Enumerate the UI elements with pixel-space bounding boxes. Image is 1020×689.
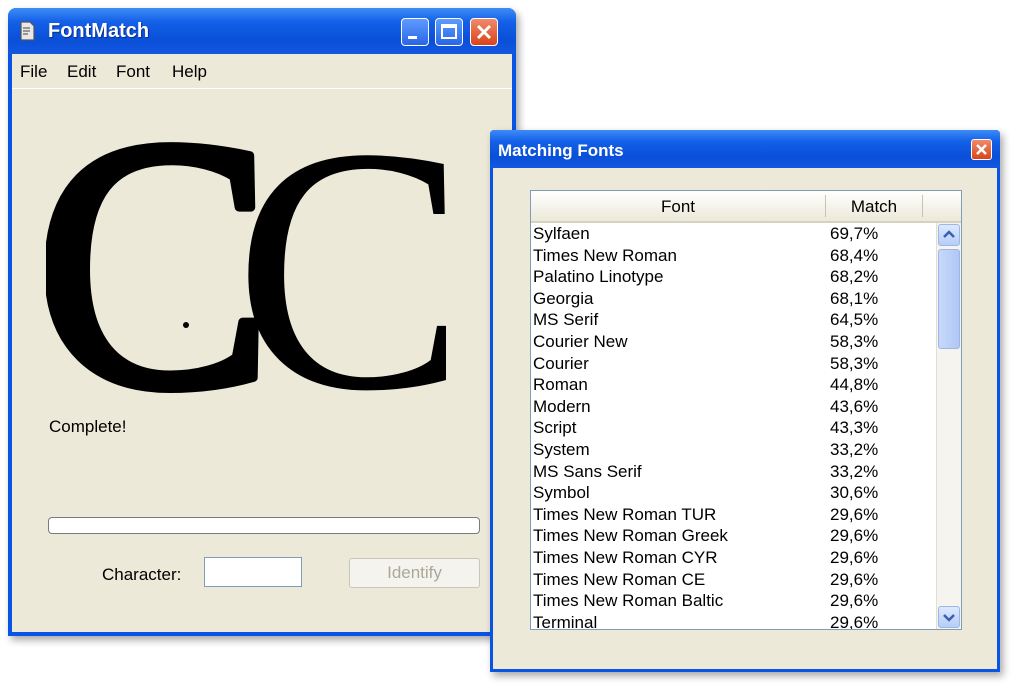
menu-bar: File Edit Font Help bbox=[12, 54, 512, 89]
list-item[interactable]: Symbol 30,6% bbox=[533, 482, 931, 504]
font-name: Terminal bbox=[533, 612, 598, 630]
menu-edit[interactable]: Edit bbox=[67, 62, 96, 82]
font-name: Times New Roman Greek bbox=[533, 526, 728, 546]
match-value: 29,6% bbox=[830, 547, 879, 567]
list-item[interactable]: MS Sans Serif 33,2% bbox=[533, 461, 931, 483]
status-text: Complete! bbox=[49, 417, 127, 436]
list-item[interactable]: Georgia 68,1% bbox=[533, 288, 931, 310]
font-name: Sylfaen bbox=[533, 224, 590, 243]
matching-fonts-list[interactable]: Font Match Sylfaen 69,7% Times New Roman 68… bbox=[530, 190, 962, 630]
font-name: Times New Roman TUR bbox=[533, 504, 717, 524]
list-item[interactable]: System 33,2% bbox=[533, 439, 931, 461]
matching-fonts-dialog: Matching Fonts Font Match Sylfaen 69,7% Ti… bbox=[490, 130, 1000, 672]
column-header-match[interactable]: Match bbox=[826, 197, 922, 217]
close-button[interactable] bbox=[470, 18, 498, 46]
font-name: Symbol bbox=[533, 483, 590, 503]
match-value: 29,6% bbox=[830, 591, 879, 611]
minimize-icon bbox=[408, 36, 417, 39]
scroll-down-icon bbox=[943, 614, 955, 622]
identify-button[interactable]: Identify bbox=[349, 558, 480, 588]
font-name: Palatino Linotype bbox=[533, 267, 664, 287]
dialog-title-bar[interactable]: Matching Fonts bbox=[490, 130, 1000, 168]
match-value: 30,6% bbox=[830, 483, 879, 503]
dialog-close-button[interactable] bbox=[971, 139, 992, 160]
font-name: Courier New bbox=[533, 331, 628, 351]
match-value: 29,6% bbox=[830, 504, 879, 524]
list-item[interactable]: Terminal 29,6% bbox=[533, 612, 931, 630]
list-item[interactable]: Times New Roman CYR 29,6% bbox=[533, 547, 931, 569]
match-value: 43,3% bbox=[830, 418, 879, 438]
match-value: 68,4% bbox=[830, 245, 879, 265]
glyph-comparison: C C bbox=[46, 110, 446, 410]
list-item[interactable]: Sylfaen 69,7% bbox=[533, 223, 931, 245]
scroll-thumb[interactable] bbox=[938, 249, 960, 349]
font-name: Times New Roman CE bbox=[533, 569, 706, 589]
main-client-area: File Edit Font Help C C Complete! Charac… bbox=[12, 54, 512, 632]
dialog-title: Matching Fonts bbox=[498, 141, 624, 160]
menu-help[interactable]: Help bbox=[172, 62, 207, 82]
font-name: Times New Roman Baltic bbox=[533, 591, 724, 611]
column-header-font[interactable]: Font bbox=[531, 197, 825, 217]
font-name: Times New Roman bbox=[533, 245, 677, 265]
match-value: 33,2% bbox=[830, 439, 879, 459]
font-name: MS Serif bbox=[533, 310, 599, 330]
font-name: Script bbox=[533, 418, 577, 438]
font-name: Times New Roman CYR bbox=[533, 547, 718, 567]
app-icon bbox=[18, 20, 36, 42]
match-value: 29,6% bbox=[830, 526, 879, 546]
match-value: 33,2% bbox=[830, 461, 879, 481]
match-value: 64,5% bbox=[830, 310, 879, 330]
font-name: Georgia bbox=[533, 288, 594, 308]
fontmatch-window: FontMatch File Edit Font Help C C Comple… bbox=[8, 8, 516, 636]
match-value: 29,6% bbox=[830, 612, 879, 630]
maximize-icon bbox=[441, 24, 457, 39]
character-label: Character: bbox=[102, 565, 182, 584]
menu-file[interactable]: File bbox=[20, 62, 47, 82]
vertical-scrollbar[interactable] bbox=[936, 223, 961, 629]
font-name: Roman bbox=[533, 375, 588, 395]
list-item[interactable]: Courier 58,3% bbox=[533, 353, 931, 375]
match-value: 68,2% bbox=[830, 267, 879, 287]
list-item[interactable]: MS Serif 64,5% bbox=[533, 309, 931, 331]
character-input[interactable] bbox=[204, 557, 302, 587]
match-value: 68,1% bbox=[830, 288, 879, 308]
close-icon bbox=[476, 24, 492, 40]
list-item[interactable]: Times New Roman TUR 29,6% bbox=[533, 504, 931, 526]
font-name: Modern bbox=[533, 396, 591, 416]
match-value: 44,8% bbox=[830, 375, 879, 395]
font-name: Courier bbox=[533, 353, 589, 373]
list-item[interactable]: Times New Roman Greek 29,6% bbox=[533, 525, 931, 547]
match-value: 69,7% bbox=[830, 224, 879, 243]
list-item[interactable]: Times New Roman CE 29,6% bbox=[533, 569, 931, 591]
list-item[interactable]: Courier New 58,3% bbox=[533, 331, 931, 353]
maximize-button[interactable] bbox=[435, 18, 463, 46]
font-name: System bbox=[533, 439, 590, 459]
list-item[interactable]: Modern 43,6% bbox=[533, 396, 931, 418]
close-icon bbox=[976, 144, 987, 155]
dialog-client-area: Font Match Sylfaen 69,7% Times New Roman 68… bbox=[493, 168, 997, 669]
main-title-bar[interactable]: FontMatch bbox=[8, 8, 516, 54]
list-header: Font Match bbox=[531, 191, 961, 223]
menu-font[interactable]: Font bbox=[116, 62, 150, 82]
minimize-button[interactable] bbox=[401, 18, 429, 46]
list-item[interactable]: Palatino Linotype 68,2% bbox=[533, 266, 931, 288]
list-rows: Sylfaen 69,7% Times New Roman 68,4% Palatino… bbox=[533, 223, 931, 630]
list-item[interactable]: Script 43,3% bbox=[533, 417, 931, 439]
list-item[interactable]: Roman 44,8% bbox=[533, 374, 931, 396]
match-value: 43,6% bbox=[830, 396, 879, 416]
scroll-down-button[interactable] bbox=[938, 606, 960, 628]
progress-bar bbox=[48, 517, 480, 534]
scroll-up-icon bbox=[943, 230, 955, 238]
match-value: 58,3% bbox=[830, 353, 879, 373]
list-item[interactable]: Times New Roman Baltic 29,6% bbox=[533, 590, 931, 612]
font-name: MS Sans Serif bbox=[533, 461, 642, 481]
matched-glyph: C bbox=[234, 110, 446, 410]
match-value: 58,3% bbox=[830, 331, 879, 351]
window-title: FontMatch bbox=[48, 20, 150, 42]
scroll-up-button[interactable] bbox=[938, 224, 960, 246]
list-item[interactable]: Times New Roman 68,4% bbox=[533, 245, 931, 267]
match-value: 29,6% bbox=[830, 569, 879, 589]
